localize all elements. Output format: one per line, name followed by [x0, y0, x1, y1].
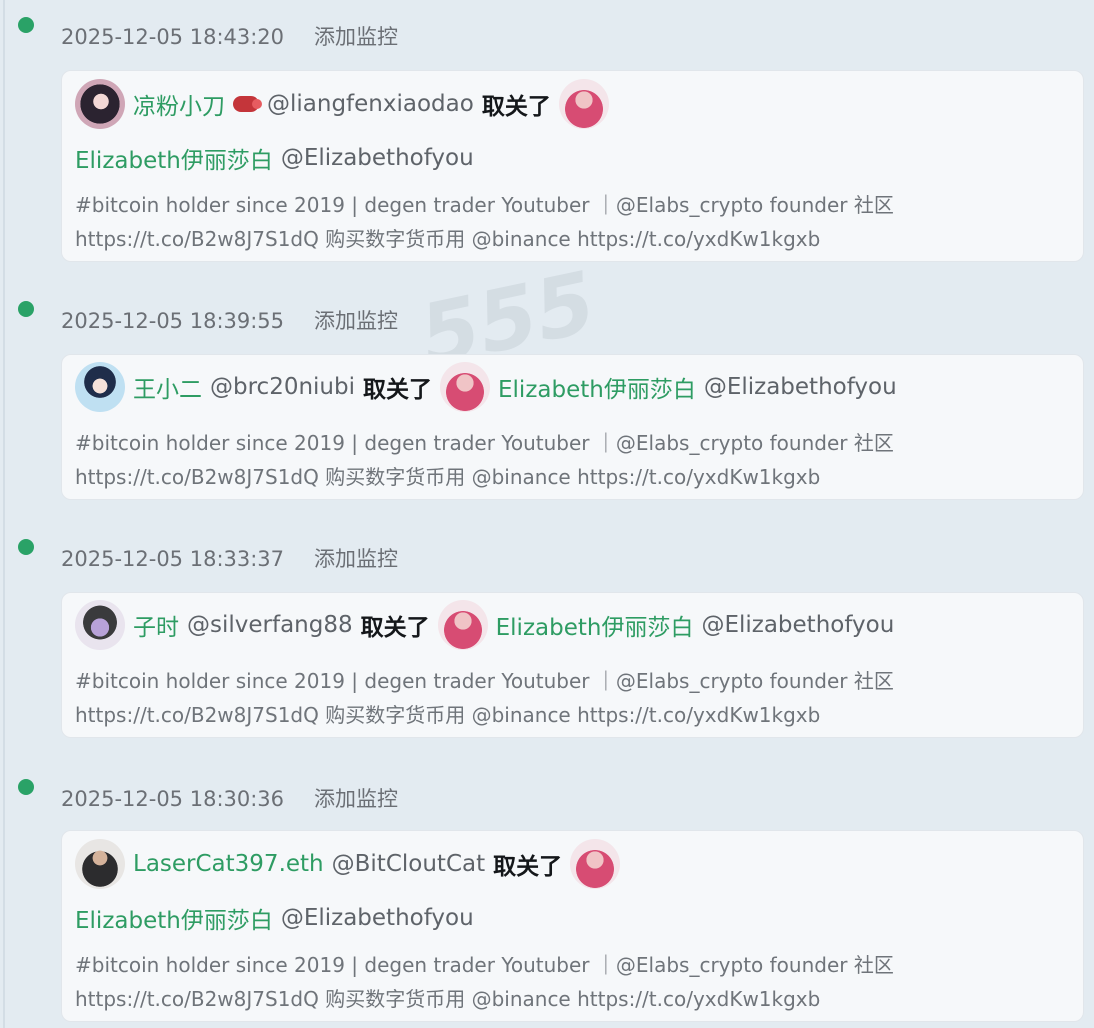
timestamp: 2025-12-05 18:30:36 [61, 787, 285, 811]
add-monitor-button[interactable]: 添加监控 [314, 25, 398, 49]
bio-line: #bitcoin holder since 2019 | degen trade… [75, 953, 894, 977]
event-card: LaserCat397.eth @BitCloutCat 取关了 Elizabe… [61, 830, 1084, 1022]
add-monitor-button[interactable]: 添加监控 [314, 547, 398, 571]
add-monitor-button[interactable]: 添加监控 [314, 309, 398, 333]
target-bio: #bitcoin holder since 2019 | degen trade… [75, 664, 894, 732]
target-handle[interactable]: @Elizabethofyou [281, 145, 474, 171]
timestamp: 2025-12-05 18:43:20 [61, 25, 285, 49]
event-row: 子时 @silverfang88 取关了 Elizabeth伊丽莎白 @Eliz… [75, 600, 894, 650]
bio-line: #bitcoin holder since 2019 | degen trade… [75, 193, 894, 217]
anime-avatar[interactable] [75, 600, 125, 650]
timestamp: 2025-12-05 18:33:37 [61, 547, 285, 571]
pink-hair-avatar[interactable] [570, 839, 621, 889]
unfollow-action-label: 取关了 [481, 94, 551, 120]
target-row: Elizabeth伊丽莎白 @Elizabethofyou [75, 901, 474, 935]
target-row: Elizabeth伊丽莎白 @Elizabethofyou [75, 141, 474, 175]
unfollow-action-label: 取关了 [363, 377, 432, 403]
entry-meta: 2025-12-05 18:43:20 添加监控 [61, 21, 398, 51]
actor-handle[interactable]: @liangfenxiaodao [267, 91, 474, 117]
actor-handle[interactable]: @BitCloutCat [332, 851, 485, 877]
event-card: 王小二 @brc20niubi 取关了 Elizabeth伊丽莎白 @Eliza… [61, 354, 1084, 500]
target-handle[interactable]: @Elizabethofyou [704, 374, 897, 400]
target-handle[interactable]: @Elizabethofyou [281, 905, 474, 931]
target-handle[interactable]: @Elizabethofyou [701, 612, 894, 638]
status-dot [18, 301, 34, 317]
actor-name[interactable]: 王小二 [133, 370, 202, 404]
bio-line: #bitcoin holder since 2019 | degen trade… [75, 431, 894, 455]
add-monitor-button[interactable]: 添加监控 [314, 787, 398, 811]
anime-girl-avatar[interactable] [75, 79, 125, 129]
timestamp: 2025-12-05 18:39:55 [61, 309, 285, 333]
entry-meta: 2025-12-05 18:39:55 添加监控 [61, 305, 398, 335]
target-bio: #bitcoin holder since 2019 | degen trade… [75, 948, 894, 1016]
target-bio: #bitcoin holder since 2019 | degen trade… [75, 426, 894, 494]
actor-name[interactable]: 子时 [133, 608, 179, 642]
bio-line: https://t.co/B2w8J7S1dQ 购买数字货币用 @binance… [75, 465, 821, 489]
event-row: 凉粉小刀 @liangfenxiaodao 取关了 [75, 79, 617, 129]
unfollow-action-label: 取关了 [493, 854, 563, 880]
event-row: 王小二 @brc20niubi 取关了 Elizabeth伊丽莎白 @Eliza… [75, 362, 897, 412]
pink-hair-avatar[interactable] [558, 79, 609, 129]
status-dot [18, 17, 34, 33]
event-card: 凉粉小刀 @liangfenxiaodao 取关了 Elizabeth伊丽莎白 … [61, 70, 1084, 262]
entry-meta: 2025-12-05 18:33:37 添加监控 [61, 543, 398, 573]
unfollow-action-label: 取关了 [360, 615, 430, 641]
timeline-line [3, 0, 5, 1028]
anime-boy-avatar[interactable] [75, 362, 125, 412]
pink-hair-avatar[interactable] [440, 362, 490, 412]
actor-handle[interactable]: @silverfang88 [187, 612, 353, 638]
status-dot [18, 539, 34, 555]
event-row: LaserCat397.eth @BitCloutCat 取关了 [75, 839, 628, 889]
actor-name[interactable]: 凉粉小刀 [133, 87, 225, 121]
status-dot [18, 779, 34, 795]
entry-meta: 2025-12-05 18:30:36 添加监控 [61, 783, 398, 813]
target-name[interactable]: Elizabeth伊丽莎白 [75, 141, 273, 175]
bio-line: #bitcoin holder since 2019 | degen trade… [75, 669, 894, 693]
target-bio: #bitcoin holder since 2019 | degen trade… [75, 188, 894, 256]
boxing-glove-icon [233, 96, 262, 112]
man-avatar[interactable] [75, 839, 125, 889]
bio-line: https://t.co/B2w8J7S1dQ 购买数字货币用 @binance… [75, 987, 821, 1011]
bio-line: https://t.co/B2w8J7S1dQ 购买数字货币用 @binance… [75, 227, 821, 251]
target-name[interactable]: Elizabeth伊丽莎白 [496, 608, 694, 642]
actor-handle[interactable]: @brc20niubi [210, 374, 355, 400]
event-card: 子时 @silverfang88 取关了 Elizabeth伊丽莎白 @Eliz… [61, 592, 1084, 738]
target-name[interactable]: Elizabeth伊丽莎白 [498, 370, 696, 404]
target-name[interactable]: Elizabeth伊丽莎白 [75, 901, 273, 935]
pink-hair-avatar[interactable] [437, 600, 488, 650]
bio-line: https://t.co/B2w8J7S1dQ 购买数字货币用 @binance… [75, 703, 821, 727]
actor-name[interactable]: LaserCat397.eth [133, 851, 324, 877]
